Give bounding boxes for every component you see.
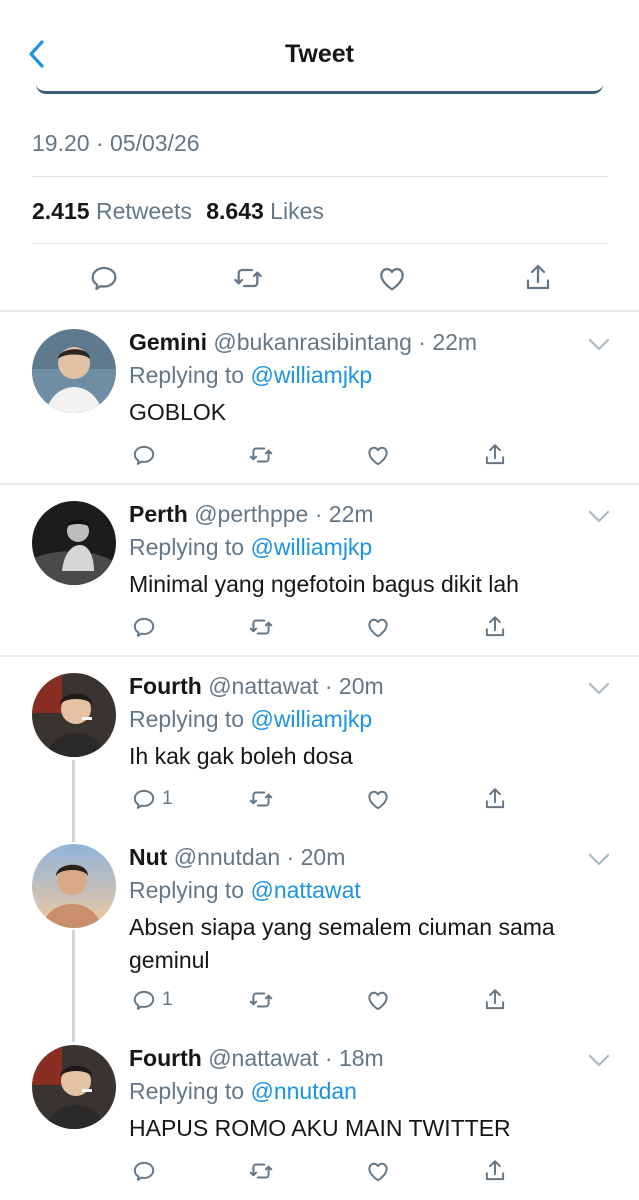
tweet-timestamp: 19.20 · 05/03/26	[32, 130, 200, 156]
like-heart-icon[interactable]	[365, 614, 391, 640]
reply-text: GOBLOK	[129, 399, 227, 425]
tweet-media-edge[interactable]	[36, 84, 603, 94]
avatar[interactable]	[32, 673, 116, 757]
reply-actions	[0, 1158, 639, 1188]
reply-actions	[0, 442, 639, 472]
replying-to: Replying to @nattawat	[129, 877, 361, 904]
handle-time[interactable]: @nattawat · 20m	[208, 673, 383, 699]
like-heart-icon[interactable]	[365, 987, 391, 1013]
likes-label[interactable]: Likes	[270, 198, 324, 224]
reply-meta: Fourth @nattawat · 20m	[129, 673, 384, 700]
tweet-stats: 2.415 Retweets 8.643 Likes	[32, 198, 332, 225]
share-icon[interactable]	[482, 442, 508, 468]
display-name[interactable]: Fourth	[129, 1045, 202, 1071]
handle-time[interactable]: @perthppe · 22m	[194, 501, 373, 527]
like-heart-icon[interactable]	[376, 262, 408, 294]
replying-to: Replying to @nnutdan	[129, 1078, 357, 1105]
reply-meta: Gemini @bukanrasibintang · 22m	[129, 329, 477, 356]
reply-icon[interactable]	[131, 442, 157, 468]
divider	[32, 176, 608, 177]
reply-text: HAPUS ROMO AKU MAIN TWITTER	[129, 1115, 511, 1141]
share-icon[interactable]	[482, 786, 508, 812]
handle-time[interactable]: @bukanrasibintang · 22m	[213, 329, 477, 355]
avatar[interactable]	[32, 329, 116, 413]
share-icon[interactable]	[522, 262, 554, 294]
likes-count[interactable]: 8.643	[206, 198, 264, 224]
replying-to-handle[interactable]: @williamjkp	[250, 534, 372, 560]
replying-label: Replying to	[129, 534, 245, 560]
like-heart-icon[interactable]	[365, 1158, 391, 1184]
reply-meta: Nut @nnutdan · 20m	[129, 844, 345, 871]
retweets-label[interactable]: Retweets	[96, 198, 192, 224]
replying-label: Replying to	[129, 362, 245, 388]
share-icon[interactable]	[482, 1158, 508, 1184]
reply-icon[interactable]	[131, 786, 157, 812]
replying-to-handle[interactable]: @nattawat	[250, 877, 360, 903]
retweet-icon[interactable]	[248, 442, 274, 468]
display-name[interactable]: Nut	[129, 844, 167, 870]
page-title: Tweet	[285, 40, 354, 68]
chevron-down-icon[interactable]	[588, 510, 610, 524]
reply-tweet[interactable]: Fourth @nattawat · 18m Replying to @nnut…	[0, 1028, 639, 1200]
reply-actions: 1	[0, 786, 639, 816]
chevron-down-icon[interactable]	[588, 853, 610, 867]
display-name[interactable]: Fourth	[129, 673, 202, 699]
replying-label: Replying to	[129, 1078, 245, 1104]
retweet-icon[interactable]	[248, 1158, 274, 1184]
handle-time[interactable]: @nnutdan · 20m	[174, 844, 346, 870]
replying-to: Replying to @williamjkp	[129, 362, 372, 389]
reply-icon[interactable]	[88, 262, 120, 294]
reply-count: 1	[162, 989, 173, 1010]
replying-to-handle[interactable]: @williamjkp	[250, 362, 372, 388]
reply-text: Minimal yang ngefotoin bagus dikit lah	[129, 571, 519, 597]
reply-meta: Fourth @nattawat · 18m	[129, 1045, 384, 1072]
reply-actions: 1	[0, 987, 639, 1017]
handle-time[interactable]: @nattawat · 18m	[208, 1045, 383, 1071]
reply-icon[interactable]	[131, 614, 157, 640]
display-name[interactable]: Gemini	[129, 329, 207, 355]
chevron-down-icon[interactable]	[588, 338, 610, 352]
chevron-down-icon[interactable]	[588, 682, 610, 696]
replying-to-handle[interactable]: @nnutdan	[250, 1078, 357, 1104]
reply-tweet[interactable]: Perth @perthppe · 22m Replying to @willi…	[0, 484, 639, 654]
avatar[interactable]	[32, 501, 116, 585]
replying-to: Replying to @williamjkp	[129, 706, 372, 733]
divider	[32, 243, 608, 244]
tweet-action-bar	[0, 258, 639, 298]
reply-text: Absen siapa yang semalem ciuman sama gem…	[129, 914, 555, 973]
reply-actions	[0, 614, 639, 644]
share-icon[interactable]	[482, 987, 508, 1013]
reply-tweet[interactable]: Fourth @nattawat · 20m Replying to @will…	[0, 656, 639, 826]
reply-icon[interactable]	[131, 1158, 157, 1184]
display-name[interactable]: Perth	[129, 501, 188, 527]
retweet-icon[interactable]	[248, 614, 274, 640]
reply-meta: Perth @perthppe · 22m	[129, 501, 374, 528]
reply-tweet[interactable]: Nut @nnutdan · 20m Replying to @nattawat…	[0, 827, 639, 1027]
replying-label: Replying to	[129, 877, 245, 903]
reply-text: Ih kak gak boleh dosa	[129, 743, 353, 769]
replying-label: Replying to	[129, 706, 245, 732]
retweet-icon[interactable]	[248, 786, 274, 812]
avatar[interactable]	[32, 844, 116, 928]
avatar[interactable]	[32, 1045, 116, 1129]
reply-icon[interactable]	[131, 987, 157, 1013]
retweets-count[interactable]: 2.415	[32, 198, 90, 224]
retweet-icon[interactable]	[232, 262, 264, 294]
reply-count: 1	[162, 788, 173, 809]
nav-header: Tweet	[0, 0, 639, 90]
like-heart-icon[interactable]	[365, 442, 391, 468]
reply-tweet[interactable]: Gemini @bukanrasibintang · 22m Replying …	[0, 312, 639, 482]
retweet-icon[interactable]	[248, 987, 274, 1013]
replying-to-handle[interactable]: @williamjkp	[250, 706, 372, 732]
replying-to: Replying to @williamjkp	[129, 534, 372, 561]
share-icon[interactable]	[482, 614, 508, 640]
like-heart-icon[interactable]	[365, 786, 391, 812]
chevron-down-icon[interactable]	[588, 1054, 610, 1068]
